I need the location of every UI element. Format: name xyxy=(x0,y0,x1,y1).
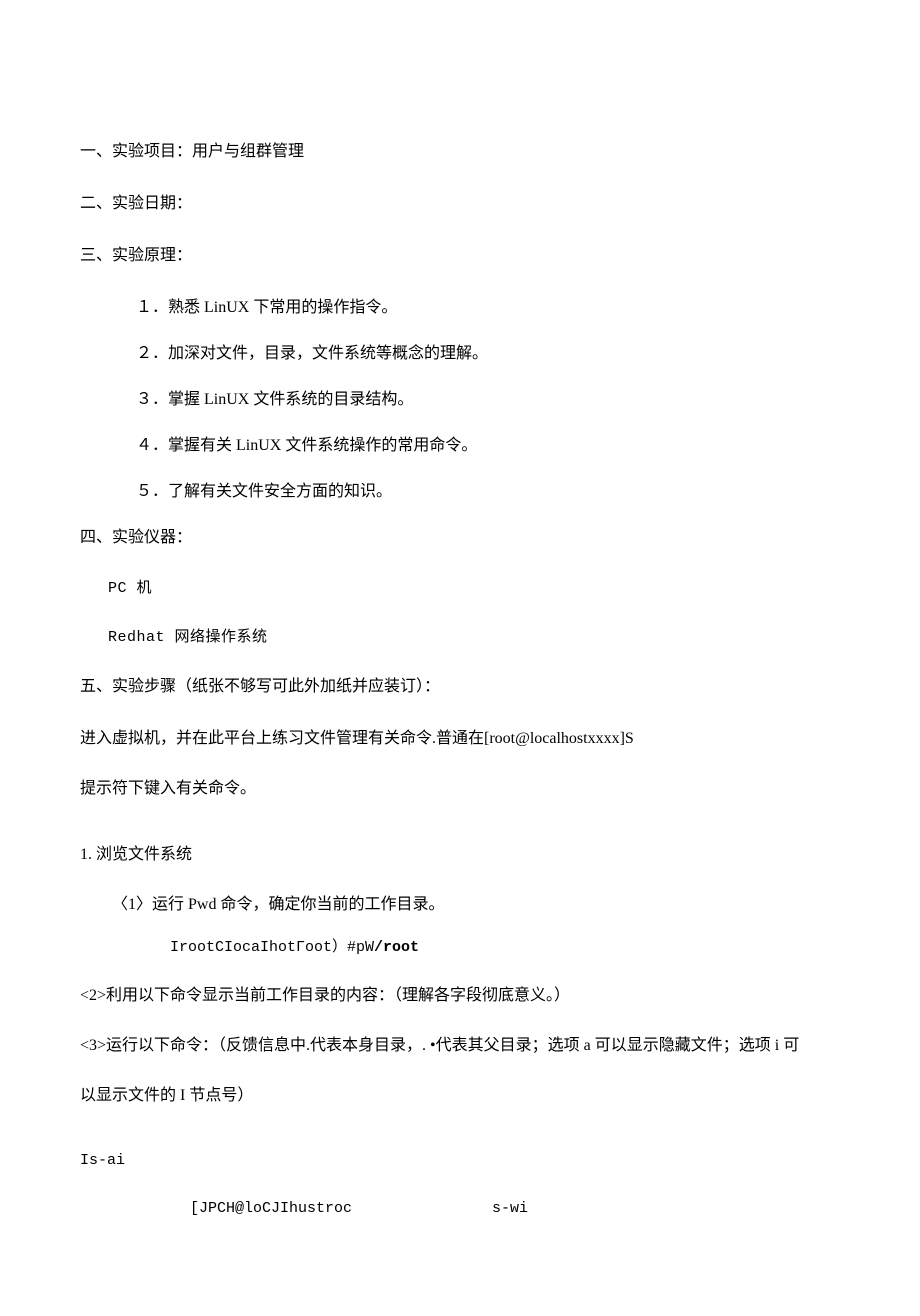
section-5-title: 五、实验步骤（纸张不够写可此外加纸并应装订）： xyxy=(80,675,840,699)
step-1-tail: [JPCH@loCJIhustroc s-wi xyxy=(80,1198,840,1221)
section-2-title: 二、实验日期： xyxy=(80,192,840,216)
step-1-title: 1. 浏览文件系统 xyxy=(80,843,840,867)
step-1-sub-3a: <3>运行以下命令：（反馈信息中.代表本身目录，. •代表其父目录；选项 a 可… xyxy=(80,1034,840,1058)
tail-part-a: [JPCH@loCJIhustroc xyxy=(190,1200,352,1217)
principle-3: ３．掌握 LinUX 文件系统的目录结构。 xyxy=(80,388,840,412)
section-1-title: 一、实验项目：用户与组群管理 xyxy=(80,140,840,164)
steps-intro-line-2: 提示符下键入有关命令。 xyxy=(80,777,840,801)
principle-2: ２．加深对文件，目录，文件系统等概念的理解。 xyxy=(80,342,840,366)
cmd1-prefix: IrootCIocaIhotΓoot）#pW xyxy=(170,939,374,956)
principle-5: ５．了解有关文件安全方面的知识。 xyxy=(80,480,840,504)
steps-intro-line-1: 进入虚拟机，并在此平台上练习文件管理有关命令.普通在[root@localhos… xyxy=(80,727,840,751)
document-page: 一、实验项目：用户与组群管理 二、实验日期： 三、实验原理： １．熟悉 LinU… xyxy=(0,0,920,1316)
section-3-title: 三、实验原理： xyxy=(80,244,840,268)
instrument-2: Redhat 网络操作系统 xyxy=(80,627,840,650)
cmd1-bold: /root xyxy=(374,939,419,956)
principle-4: ４．掌握有关 LinUX 文件系统操作的常用命令。 xyxy=(80,434,840,458)
step-1-sub-2: <2>利用以下命令显示当前工作目录的内容：（理解各字段彻底意义。） xyxy=(80,984,840,1008)
step-1-sub-1: 〈1〉运行 Pwd 命令，确定你当前的工作目录。 xyxy=(80,893,840,917)
section-4-title: 四、实验仪器： xyxy=(80,526,840,550)
step-1-cmd-1: IrootCIocaIhotΓoot）#pW/root xyxy=(80,937,840,960)
instrument-1: PC 机 xyxy=(80,578,840,601)
principle-1: １．熟悉 LinUX 下常用的操作指令。 xyxy=(80,296,840,320)
step-1-sub-3b: 以显示文件的 I 节点号） xyxy=(80,1084,840,1108)
tail-part-b: s-wi xyxy=(492,1200,528,1217)
step-1-cmd-2: Is-ai xyxy=(80,1150,840,1173)
